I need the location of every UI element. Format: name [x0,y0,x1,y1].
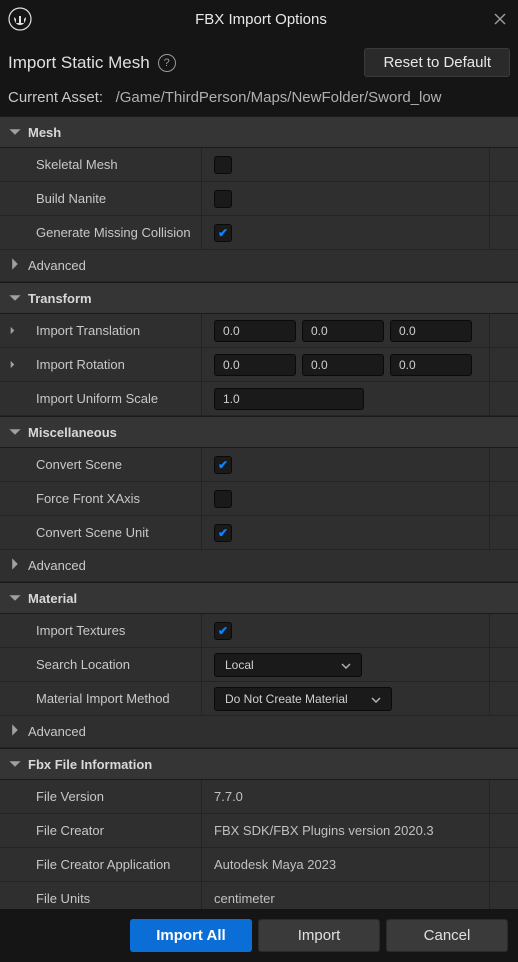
file-app-label: File Creator Application [36,857,170,872]
import-translation-label: Import Translation [36,323,140,338]
skeletal-mesh-checkbox[interactable] [214,156,232,174]
chevron-right-icon [8,723,22,740]
section-material[interactable]: Material [0,582,518,614]
file-creator-value: FBX SDK/FBX Plugins version 2020.3 [214,823,434,838]
translation-z-input[interactable] [390,320,472,342]
import-method-dropdown[interactable]: Do Not Create Material [214,687,392,711]
file-app-value: Autodesk Maya 2023 [214,857,336,872]
chevron-right-icon[interactable] [8,323,22,338]
section-fbx-info[interactable]: Fbx File Information [0,748,518,780]
section-transform-label: Transform [28,291,92,306]
translation-x-input[interactable] [214,320,296,342]
import-rotation-label: Import Rotation [36,357,125,372]
convert-unit-label: Convert Scene Unit [36,525,149,540]
rotation-z-input[interactable] [390,354,472,376]
search-location-label: Search Location [36,657,130,672]
chevron-right-icon[interactable] [8,357,22,372]
section-misc-label: Miscellaneous [28,425,117,440]
misc-advanced-label: Advanced [28,558,86,573]
help-icon[interactable]: ? [158,54,176,72]
section-transform[interactable]: Transform [0,282,518,314]
unreal-logo-icon [8,7,32,31]
file-units-label: File Units [36,891,90,906]
material-advanced[interactable]: Advanced [0,716,518,748]
section-fbx-info-label: Fbx File Information [28,757,152,772]
force-front-label: Force Front XAxis [36,491,140,506]
search-location-value: Local [225,658,254,672]
close-button[interactable] [490,9,510,29]
force-front-checkbox[interactable] [214,490,232,508]
generate-collision-checkbox[interactable] [214,224,232,242]
close-icon [493,12,507,26]
section-material-label: Material [28,591,77,606]
chevron-down-icon [371,692,381,706]
file-creator-label: File Creator [36,823,104,838]
generate-collision-label: Generate Missing Collision [36,225,191,240]
convert-unit-checkbox[interactable] [214,524,232,542]
current-asset-label: Current Asset: [8,89,103,106]
current-asset-row: Current Asset: /Game/ThirdPerson/Maps/Ne… [0,85,518,116]
import-all-button[interactable]: Import All [130,919,252,952]
chevron-right-icon [8,557,22,574]
mesh-advanced[interactable]: Advanced [0,250,518,282]
import-method-label: Material Import Method [36,691,170,706]
file-units-value: centimeter [214,891,275,906]
options-scroll-area[interactable]: Mesh Skeletal Mesh Build Nanite Generate… [0,116,518,909]
import-button[interactable]: Import [258,919,380,952]
chevron-down-icon [8,125,22,139]
import-textures-checkbox[interactable] [214,622,232,640]
import-method-value: Do Not Create Material [225,692,348,706]
build-nanite-label: Build Nanite [36,191,106,206]
material-advanced-label: Advanced [28,724,86,739]
chevron-down-icon [8,291,22,305]
translation-y-input[interactable] [302,320,384,342]
page-subtitle: Import Static Mesh [8,53,150,73]
section-mesh[interactable]: Mesh [0,116,518,148]
file-version-value: 7.7.0 [214,789,243,804]
uniform-scale-input[interactable] [214,388,364,410]
current-asset-path: /Game/ThirdPerson/Maps/NewFolder/Sword_l… [116,89,442,106]
import-scale-label: Import Uniform Scale [36,391,158,406]
skeletal-mesh-label: Skeletal Mesh [36,157,118,172]
cancel-button[interactable]: Cancel [386,919,508,952]
chevron-down-icon [8,757,22,771]
rotation-x-input[interactable] [214,354,296,376]
section-mesh-label: Mesh [28,125,61,140]
chevron-down-icon [8,425,22,439]
mesh-advanced-label: Advanced [28,258,86,273]
window-title: FBX Import Options [32,11,490,28]
convert-scene-label: Convert Scene [36,457,122,472]
misc-advanced[interactable]: Advanced [0,550,518,582]
chevron-down-icon [341,658,351,672]
import-textures-label: Import Textures [36,623,125,638]
reset-to-default-button[interactable]: Reset to Default [364,48,510,77]
convert-scene-checkbox[interactable] [214,456,232,474]
rotation-y-input[interactable] [302,354,384,376]
file-version-label: File Version [36,789,104,804]
chevron-down-icon [8,591,22,605]
chevron-right-icon [8,257,22,274]
section-misc[interactable]: Miscellaneous [0,416,518,448]
search-location-dropdown[interactable]: Local [214,653,362,677]
build-nanite-checkbox[interactable] [214,190,232,208]
